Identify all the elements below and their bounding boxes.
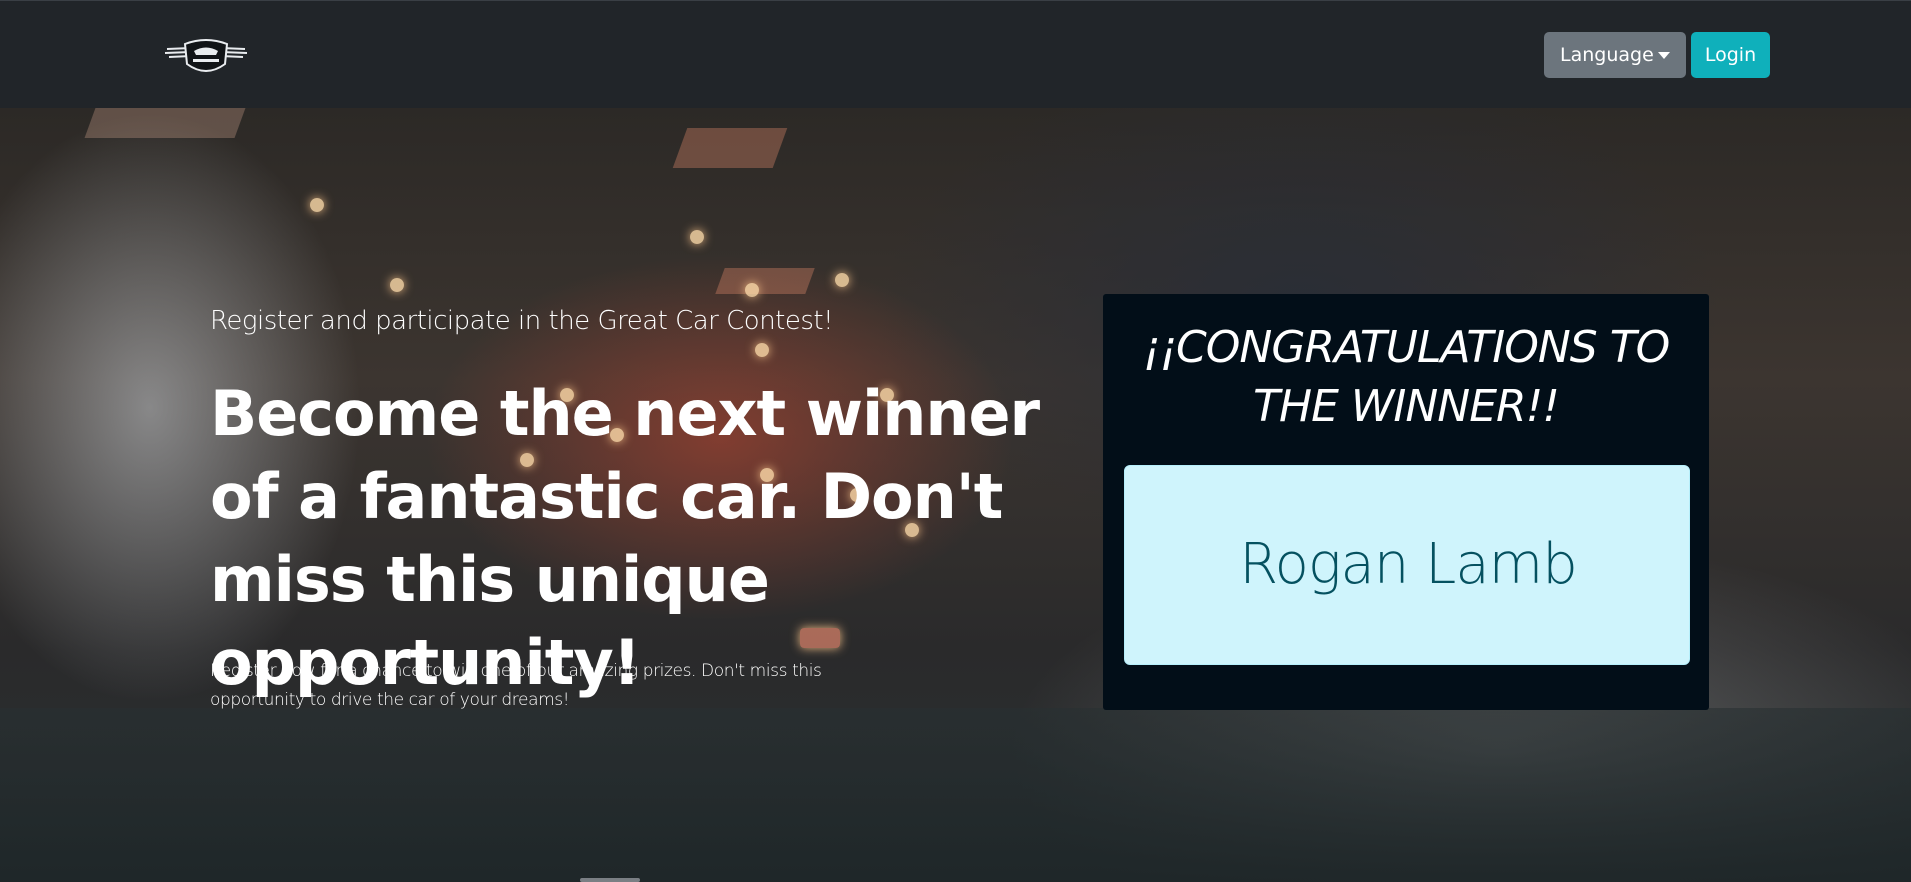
top-navbar: Language Login <box>0 0 1911 108</box>
hero-subtext: Register now for a chance to win one of … <box>210 661 822 710</box>
language-button-label: Language <box>1560 44 1654 66</box>
caret-down-icon <box>1658 52 1670 59</box>
winner-name: Rogan Lamb <box>1239 532 1577 597</box>
login-button[interactable]: Login <box>1691 32 1770 78</box>
winner-alert-box: Rogan Lamb <box>1124 465 1690 665</box>
hero-tagline: Register and participate in the Great Ca… <box>210 306 834 336</box>
page-scroll-indicator <box>580 878 640 882</box>
car-logo-icon[interactable] <box>163 34 249 76</box>
winner-title: ¡¡CONGRATULATIONS TO THE WINNER!! <box>1142 322 1670 432</box>
language-dropdown-button[interactable]: Language <box>1544 32 1686 78</box>
hero-headline: Become the next winner of a fantastic ca… <box>210 377 1040 699</box>
winner-card: ¡¡CONGRATULATIONS TO THE WINNER!! Rogan … <box>1103 294 1709 710</box>
